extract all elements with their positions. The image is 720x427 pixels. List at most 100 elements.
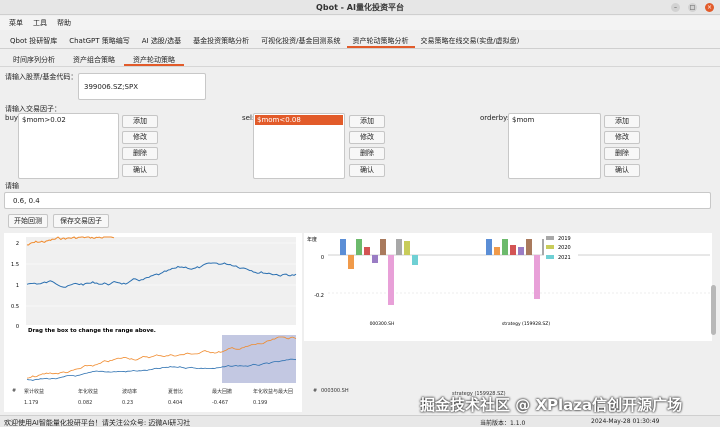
- stats-header-max-drawdown: 最大回撤: [212, 389, 233, 395]
- menu-item-menu[interactable]: 菜单: [4, 16, 28, 30]
- tab-ai-select[interactable]: AI 选股/选基: [136, 33, 187, 48]
- stats-max-drawdown: -0.467: [212, 400, 229, 406]
- annual-ylabel: 年度: [307, 236, 317, 243]
- annual-xlabel-benchmark: 000300.SH: [370, 321, 395, 327]
- stats-annual-return: 0.082: [78, 400, 93, 406]
- stats-header-hash: #: [12, 388, 17, 394]
- menu-item-tools[interactable]: 工具: [28, 16, 52, 30]
- status-timestamp: 2024-May-28 01:30:49: [591, 418, 660, 425]
- annual-returns-chart[interactable]: 年度 0 -0.2 2019 2020 2021 000300.SH strat…: [304, 233, 712, 341]
- stats-header-volatility: 波动率: [122, 389, 138, 395]
- ytick-2: 2: [16, 241, 19, 247]
- annual-return-bar: [534, 255, 540, 299]
- orderby-factor-list[interactable]: $mom: [508, 113, 601, 179]
- tab-trading[interactable]: 交易策略在线交易(实盘/虚拟盘): [415, 33, 526, 48]
- stats-sharpe: 0.404: [168, 400, 183, 406]
- maximize-icon[interactable]: □: [688, 3, 697, 12]
- stats-cum-return: 1.179: [24, 400, 39, 406]
- buy-edit-button[interactable]: 修改: [122, 131, 158, 144]
- annual-ytick-neg: -0.2: [314, 293, 324, 299]
- annual-return-bar: [404, 241, 410, 255]
- orderby-delete-button[interactable]: 删除: [604, 147, 640, 160]
- legend-2021: 2021: [558, 255, 571, 261]
- annual-return-bar: [380, 239, 386, 255]
- annual-return-bar: [510, 245, 516, 255]
- ytick-1: 1: [16, 283, 19, 289]
- annual-return-bar: [526, 239, 532, 255]
- annual-return-bar: [502, 239, 508, 255]
- annual-return-bar: [494, 247, 500, 255]
- orderby-factor-item[interactable]: $mom: [510, 115, 599, 125]
- ytick-0: 0: [16, 324, 19, 330]
- tab-fund-analysis[interactable]: 基金投资策略分析: [187, 33, 255, 48]
- stats-header-benchmark: 000300.SH: [321, 388, 349, 394]
- weight-label: 请输: [5, 182, 19, 190]
- stats-volatility: 0.23: [122, 400, 134, 406]
- sell-confirm-button[interactable]: 确认: [349, 164, 385, 177]
- weight-input[interactable]: 0.6, 0.4: [4, 192, 711, 209]
- annual-return-bar: [486, 239, 492, 255]
- buy-factor-item[interactable]: $mom>0.02: [20, 115, 117, 125]
- version-label: 当前版本：1.1.0: [480, 420, 526, 427]
- buy-factor-list[interactable]: $mom>0.02: [18, 113, 119, 179]
- menu-item-help[interactable]: 帮助: [52, 16, 76, 30]
- stats-table: # 累计收益 年化收益 波动率 夏普比 最大回撤 年化收益与最大回 # 0003…: [4, 386, 349, 412]
- stats-header-sharpe: 夏普比: [168, 389, 184, 395]
- stats-header-annual-return: 年化收益: [78, 389, 99, 395]
- legend-2020: 2020: [558, 245, 571, 251]
- annual-return-bar: [348, 255, 354, 269]
- tab-research[interactable]: Qbot 投研智库: [4, 33, 63, 48]
- sell-factor-list[interactable]: $mom<0.08: [253, 113, 345, 179]
- ytick-1-5: 1.5: [11, 262, 19, 268]
- stock-code-label: 请输入股票/基金代码：: [5, 73, 78, 81]
- vertical-scrollbar[interactable]: [711, 285, 716, 335]
- annual-ytick-0: 0: [321, 255, 324, 261]
- annual-return-bar: [340, 239, 346, 255]
- sell-edit-button[interactable]: 修改: [349, 131, 385, 144]
- status-message: 欢迎使用AI智能量化投研平台！请关注公众号: 迈微AI研习社: [4, 419, 191, 427]
- annual-return-bar: [396, 239, 402, 255]
- annual-return-bar: [356, 239, 362, 255]
- stats-header-hash-2: #: [313, 388, 318, 394]
- buy-confirm-button[interactable]: 确认: [122, 164, 158, 177]
- sell-factor-item[interactable]: $mom<0.08: [255, 115, 343, 125]
- tab-chatgpt[interactable]: ChatGPT 策略编写: [63, 33, 136, 48]
- status-bar: 欢迎使用AI智能量化投研平台！请关注公众号: 迈微AI研习社 当前版本：1.1.…: [0, 415, 720, 427]
- zoom-hint: Drag the box to change the range above.: [28, 328, 156, 334]
- buy-add-button[interactable]: 添加: [122, 115, 158, 128]
- watermark-text: 掘金技术社区 @ XPlaza信创开源广场: [420, 396, 683, 414]
- annual-return-bar: [518, 247, 524, 255]
- sell-delete-button[interactable]: 删除: [349, 147, 385, 160]
- equity-chart[interactable]: 2 1.5 1 0.5 0 Drag the box to change the…: [4, 233, 302, 403]
- annual-xlabel-strategy: strategy (159928.SZ): [502, 321, 551, 327]
- title-bar: Qbot - AI量化投资平台 – □ ×: [0, 0, 720, 15]
- tab-rotation[interactable]: 资产轮动策略分析: [346, 33, 415, 48]
- window-title: Qbot - AI量化投资平台: [316, 3, 404, 12]
- orderby-edit-button[interactable]: 修改: [604, 131, 640, 144]
- range-selector-box[interactable]: [222, 335, 296, 383]
- legend-swatch-2019: [546, 236, 554, 240]
- legend-2019: 2019: [558, 236, 571, 242]
- minimize-icon[interactable]: –: [671, 3, 680, 12]
- close-icon[interactable]: ×: [705, 3, 714, 12]
- start-backtest-button[interactable]: 开始回测: [8, 214, 48, 228]
- stock-code-input[interactable]: 399006.SZ;SPX: [78, 73, 206, 100]
- main-tab-bar: Qbot 投研智库 ChatGPT 策略编写 AI 选股/选基 基金投资策略分析…: [0, 33, 720, 49]
- benchmark-year-bars: [340, 239, 418, 305]
- annual-return-bar: [388, 255, 394, 305]
- subtab-timeseries[interactable]: 时间序列分析: [4, 53, 64, 66]
- stats-return-drawdown: 0.199: [253, 400, 268, 406]
- sell-add-button[interactable]: 添加: [349, 115, 385, 128]
- ytick-0-5: 0.5: [11, 304, 19, 310]
- annual-return-bar: [412, 255, 418, 265]
- save-factor-button[interactable]: 保存交易因子: [53, 214, 109, 228]
- annual-returns-svg: 年度 0 -0.2 2019 2020 2021 000300.SH strat…: [307, 236, 710, 327]
- equity-plot-area: [26, 237, 296, 325]
- menu-bar: 菜单 工具 帮助: [0, 16, 720, 30]
- subtab-portfolio[interactable]: 资产组合策略: [64, 53, 124, 66]
- orderby-add-button[interactable]: 添加: [604, 115, 640, 128]
- buy-delete-button[interactable]: 删除: [122, 147, 158, 160]
- tab-backtest[interactable]: 可视化投资/基金回测系统: [255, 33, 346, 48]
- orderby-confirm-button[interactable]: 确认: [604, 164, 640, 177]
- subtab-rotation[interactable]: 资产轮动策略: [124, 53, 184, 66]
